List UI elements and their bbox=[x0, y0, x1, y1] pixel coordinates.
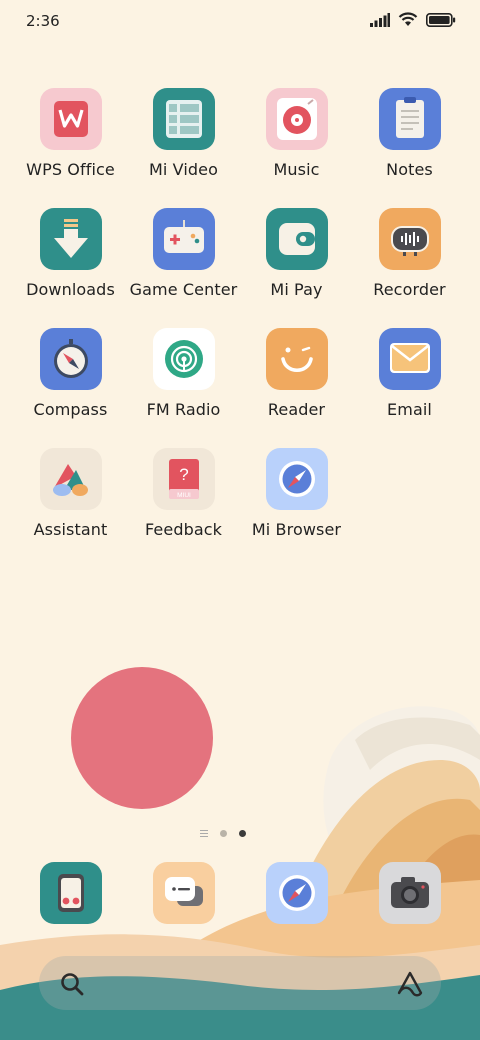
app-label: Compass bbox=[33, 400, 108, 419]
app-mi-video[interactable]: Mi Video bbox=[127, 88, 240, 179]
app-label: Mi Video bbox=[149, 160, 218, 179]
app-recorder[interactable]: Recorder bbox=[353, 208, 466, 299]
app-label: WPS Office bbox=[26, 160, 115, 179]
app-mi-pay[interactable]: Mi Pay bbox=[240, 208, 353, 299]
mi-browser-icon bbox=[265, 448, 328, 510]
app-notes[interactable]: Notes bbox=[353, 88, 466, 179]
compass-icon bbox=[39, 328, 102, 390]
wps-office-icon bbox=[39, 88, 102, 150]
page-list-icon bbox=[200, 830, 208, 837]
search-bar[interactable] bbox=[39, 956, 441, 1010]
email-icon bbox=[378, 328, 441, 390]
app-reader[interactable]: Reader bbox=[240, 328, 353, 419]
app-fm-radio[interactable]: FM Radio bbox=[127, 328, 240, 419]
wifi-icon bbox=[398, 12, 418, 26]
app-email[interactable]: Email bbox=[353, 328, 466, 419]
assistant-icon[interactable] bbox=[395, 969, 425, 997]
app-label: Assistant bbox=[33, 520, 108, 539]
page-dot bbox=[220, 830, 227, 837]
search-icon bbox=[61, 973, 84, 996]
recorder-icon bbox=[378, 208, 441, 270]
app-label: Downloads bbox=[26, 280, 115, 299]
tools-icon bbox=[39, 862, 102, 924]
app-assistant[interactable]: Assistant bbox=[14, 448, 127, 539]
assistant-icon bbox=[39, 448, 102, 510]
app-feedback[interactable]: ? MIUI Feedback bbox=[127, 448, 240, 539]
app-wps-office[interactable]: WPS Office bbox=[14, 88, 127, 179]
dock-app-messaging[interactable] bbox=[127, 862, 240, 924]
app-label: Email bbox=[387, 400, 432, 419]
app-label: Reader bbox=[267, 400, 326, 419]
app-label: Feedback bbox=[145, 520, 222, 539]
app-label: Music bbox=[273, 160, 320, 179]
mi-video-icon bbox=[152, 88, 215, 150]
app-mi-browser[interactable]: Mi Browser bbox=[240, 448, 353, 539]
music-icon bbox=[265, 88, 328, 150]
app-label: FM Radio bbox=[146, 400, 221, 419]
feedback-badge-text: MIUI bbox=[177, 492, 191, 499]
app-label: Game Center bbox=[129, 280, 238, 299]
fm-radio-icon bbox=[152, 328, 215, 390]
app-downloads[interactable]: Downloads bbox=[14, 208, 127, 299]
dock-app-tools[interactable] bbox=[14, 862, 127, 924]
dock-app-browser[interactable] bbox=[240, 862, 353, 924]
notes-icon bbox=[378, 88, 441, 150]
svg-text:?: ? bbox=[179, 465, 188, 484]
game-center-icon bbox=[152, 208, 215, 270]
app-label: Mi Browser bbox=[251, 520, 342, 539]
status-time: 2:36 bbox=[26, 12, 60, 30]
status-bar: 2:36 bbox=[0, 0, 480, 44]
app-music[interactable]: Music bbox=[240, 88, 353, 179]
signal-icon bbox=[370, 12, 390, 27]
app-label: Notes bbox=[386, 160, 433, 179]
reader-icon bbox=[265, 328, 328, 390]
app-grid: WPS Office Mi Video Music Notes Download… bbox=[14, 88, 466, 539]
page-indicator[interactable] bbox=[200, 830, 246, 837]
app-label: Mi Pay bbox=[270, 280, 323, 299]
camera-icon bbox=[378, 862, 441, 924]
feedback-icon: ? MIUI bbox=[152, 448, 215, 510]
app-label: Recorder bbox=[373, 280, 446, 299]
dock-app-camera[interactable] bbox=[353, 862, 466, 924]
app-game-center[interactable]: Game Center bbox=[127, 208, 240, 299]
battery-icon bbox=[426, 12, 456, 27]
messaging-icon bbox=[152, 862, 215, 924]
page-dot-active bbox=[239, 830, 246, 837]
sun-circle bbox=[71, 667, 213, 809]
downloads-icon bbox=[39, 208, 102, 270]
mi-pay-icon bbox=[265, 208, 328, 270]
browser-icon bbox=[265, 862, 328, 924]
dock bbox=[14, 862, 466, 924]
app-compass[interactable]: Compass bbox=[14, 328, 127, 419]
